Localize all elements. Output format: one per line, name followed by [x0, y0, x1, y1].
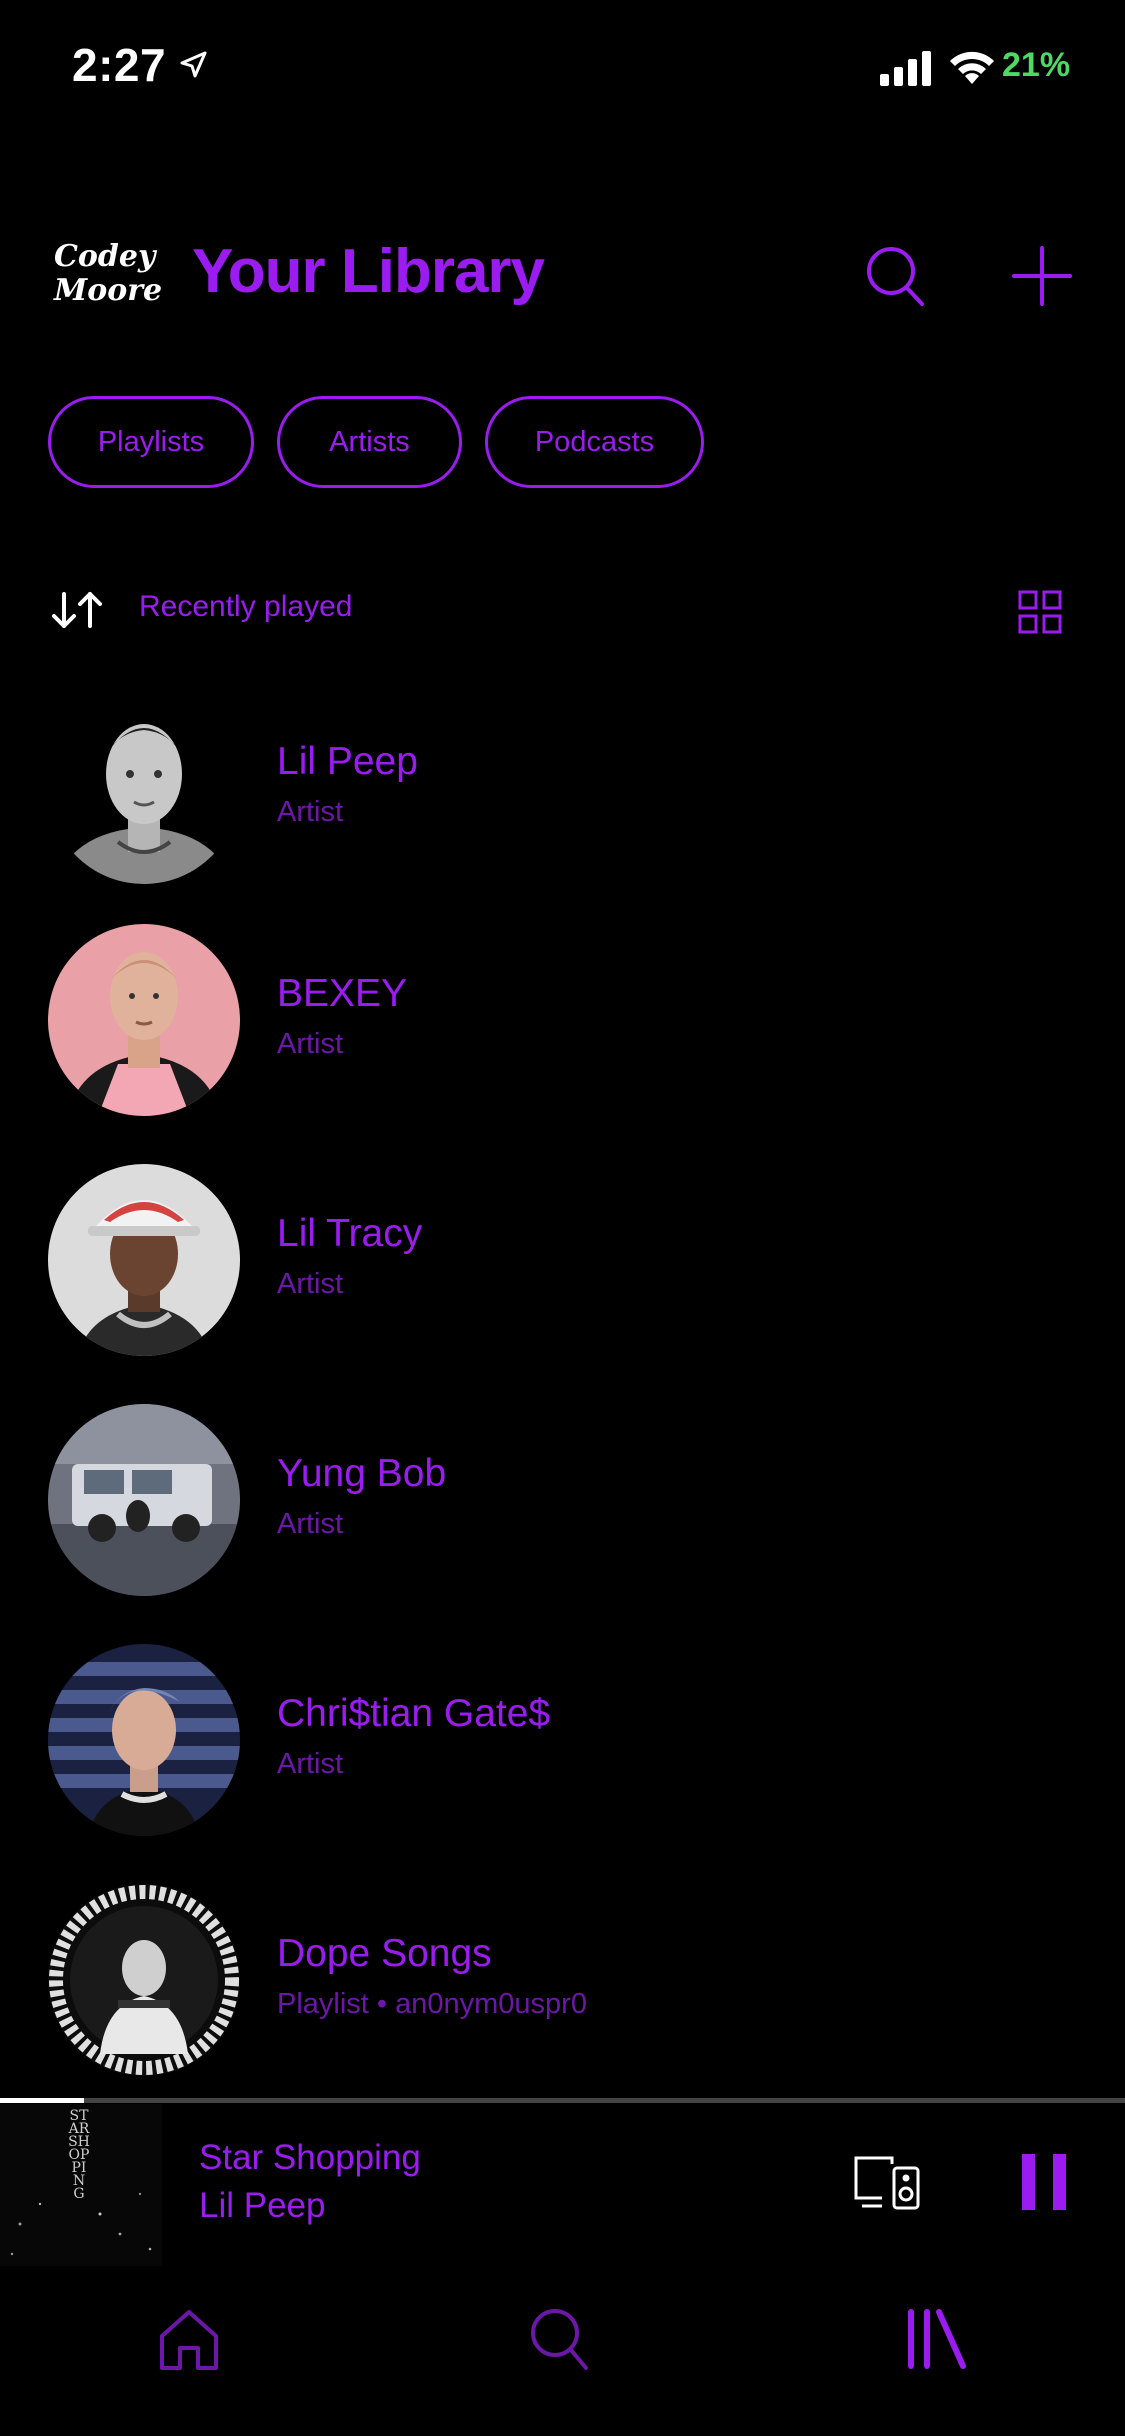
now-playing-artist[interactable]: Lil Peep — [199, 2186, 325, 2226]
item-title: Lil Tracy — [277, 1212, 423, 1255]
home-icon[interactable] — [158, 2308, 220, 2372]
artist-avatar — [48, 1164, 240, 1356]
search-icon[interactable] — [528, 2306, 590, 2372]
pause-icon[interactable] — [1022, 2154, 1068, 2210]
logo-text-line1: Codey — [54, 239, 156, 274]
item-subtitle: Artist — [277, 1268, 344, 1300]
plus-icon[interactable] — [1010, 244, 1074, 308]
now-playing-title[interactable]: Star Shopping — [199, 2138, 421, 2178]
list-item[interactable]: BEXEY Artist — [0, 924, 1125, 1124]
item-subtitle: Artist — [277, 1748, 344, 1780]
item-subtitle: Artist — [277, 796, 344, 828]
item-title: Dope Songs — [277, 1932, 492, 1975]
list-item[interactable]: Dope Songs Playlist • an0nym0uspr0 — [0, 1884, 1125, 2084]
battery-percentage: 21% — [1002, 46, 1071, 84]
list-item[interactable]: Lil Tracy Artist — [0, 1164, 1125, 1364]
devices-icon[interactable] — [852, 2154, 922, 2210]
item-title: Chri$tian Gate$ — [277, 1692, 551, 1735]
artwork-text: STAR SHOPPING — [68, 2108, 90, 2202]
logo-text-line2: Moore — [54, 273, 163, 308]
item-subtitle: Artist — [277, 1028, 344, 1060]
list-item[interactable]: Yung Bob Artist — [0, 1404, 1125, 1604]
artist-avatar — [48, 1644, 240, 1836]
page-title: Your Library — [192, 237, 545, 306]
status-time: 2:27 — [72, 39, 167, 91]
artist-avatar — [48, 1404, 240, 1596]
playback-progress-bar[interactable] — [0, 2098, 1125, 2103]
search-icon[interactable] — [864, 244, 926, 308]
filter-chip-playlists[interactable]: Playlists — [48, 396, 254, 488]
playlist-cover — [48, 1884, 240, 2076]
profile-logo[interactable]: Codey Moore — [54, 239, 163, 316]
list-item[interactable]: Lil Peep Artist — [0, 692, 1125, 892]
item-subtitle: Playlist • an0nym0uspr0 — [277, 1988, 587, 2020]
cellular-signal-icon — [880, 51, 931, 86]
item-title: Lil Peep — [277, 740, 418, 783]
playback-progress-fill — [0, 2098, 85, 2103]
filter-chip-podcasts[interactable]: Podcasts — [485, 396, 704, 488]
sort-label[interactable]: Recently played — [139, 590, 352, 624]
wifi-icon — [950, 51, 994, 84]
filter-chip-artists[interactable]: Artists — [277, 396, 462, 488]
grid-view-icon[interactable] — [1018, 590, 1062, 634]
library-icon[interactable] — [905, 2308, 969, 2370]
artist-avatar — [48, 692, 240, 884]
sort-icon[interactable] — [50, 590, 104, 630]
now-playing-artwork[interactable]: STAR SHOPPING — [0, 2104, 162, 2266]
item-title: Yung Bob — [277, 1452, 447, 1495]
artist-avatar — [48, 924, 240, 1116]
item-title: BEXEY — [277, 972, 408, 1015]
item-subtitle: Artist — [277, 1508, 344, 1540]
list-item[interactable]: Chri$tian Gate$ Artist — [0, 1644, 1125, 1844]
location-arrow-icon — [180, 51, 207, 78]
